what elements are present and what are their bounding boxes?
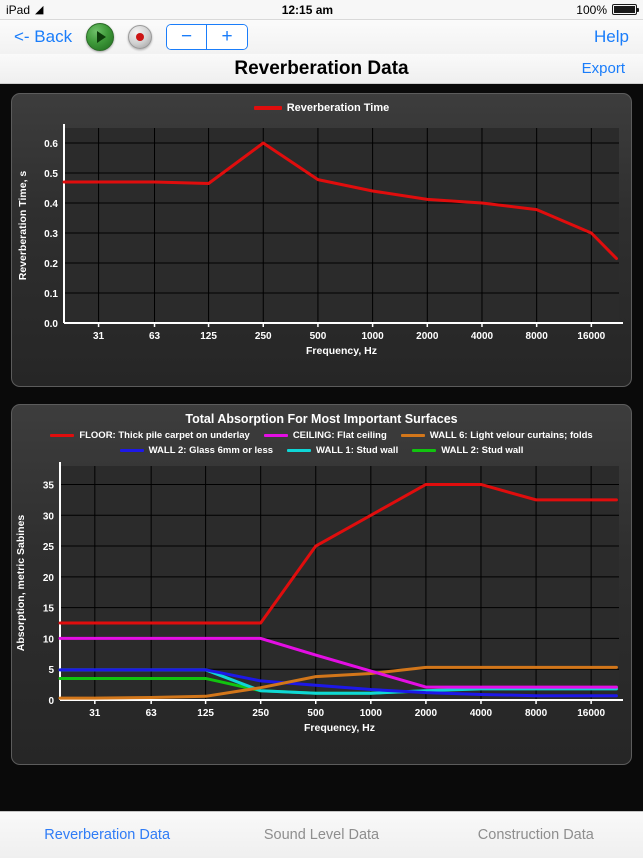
legend-label: WALL 1: Stud wall [316, 445, 398, 456]
svg-text:31: 31 [89, 708, 101, 719]
svg-text:15: 15 [43, 604, 55, 615]
svg-text:30: 30 [43, 511, 55, 522]
tab-sound-level-data[interactable]: Sound Level Data [214, 827, 428, 843]
svg-text:1000: 1000 [361, 331, 384, 342]
svg-text:0: 0 [48, 696, 54, 707]
svg-text:4000: 4000 [471, 331, 494, 342]
svg-text:0.1: 0.1 [44, 289, 58, 300]
chart2-legend-row-2: WALL 2: Glass 6mm or less WALL 1: Stud wa… [12, 441, 631, 456]
top-toolbar: <- Back − + Help [0, 20, 643, 54]
svg-text:250: 250 [252, 708, 269, 719]
legend-item: WALL 6: Light velour curtains; folds [401, 430, 593, 441]
legend-item: Reverberation Time [254, 102, 390, 114]
legend-color-swatch [264, 434, 288, 437]
page-title: Reverberation Data [0, 58, 643, 80]
svg-text:0.2: 0.2 [44, 259, 58, 270]
stepper-minus-button[interactable]: − [167, 25, 207, 49]
value-stepper[interactable]: − + [166, 24, 248, 50]
svg-text:25: 25 [43, 542, 55, 553]
tab-construction-data[interactable]: Construction Data [429, 827, 643, 843]
svg-text:125: 125 [197, 708, 214, 719]
svg-text:5: 5 [48, 665, 54, 676]
chart2-legend-row-1: FLOOR: Thick pile carpet on underlay CEIL… [12, 426, 631, 441]
legend-item: FLOOR: Thick pile carpet on underlay [50, 430, 250, 441]
total-absorption-chart-panel: Total Absorption For Most Important Surf… [11, 404, 632, 765]
legend-color-swatch [120, 449, 144, 452]
svg-text:Reverberation Time, s: Reverberation Time, s [17, 171, 29, 281]
legend-label: FLOOR: Thick pile carpet on underlay [79, 430, 250, 441]
back-button[interactable]: <- Back [14, 27, 72, 47]
svg-text:Frequency, Hz: Frequency, Hz [306, 345, 377, 357]
legend-label: CEILING: Flat ceiling [293, 430, 387, 441]
legend-item: WALL 2: Stud wall [412, 445, 523, 456]
legend-item: WALL 2: Glass 6mm or less [120, 445, 273, 456]
help-button[interactable]: Help [594, 27, 629, 47]
chart1-legend: Reverberation Time [12, 94, 631, 114]
legend-color-swatch [412, 449, 436, 452]
svg-text:0.5: 0.5 [44, 169, 58, 180]
svg-text:16000: 16000 [577, 708, 605, 719]
legend-label: WALL 2: Stud wall [441, 445, 523, 456]
svg-text:250: 250 [255, 331, 272, 342]
device-name: iPad [6, 3, 30, 17]
svg-text:2000: 2000 [416, 331, 439, 342]
svg-text:500: 500 [310, 331, 327, 342]
svg-text:2000: 2000 [415, 708, 438, 719]
content-area: Reverberation Time 0.0 0.1 0.2 0.3 0.4 0.5 0.6… [0, 84, 643, 811]
svg-text:8000: 8000 [526, 331, 549, 342]
reverberation-time-chart-panel: Reverberation Time 0.0 0.1 0.2 0.3 0.4 0.5 0.6… [11, 93, 632, 387]
status-right: ꒏ 100% [571, 3, 637, 17]
play-icon[interactable] [86, 23, 114, 51]
legend-label: WALL 6: Light velour curtains; folds [430, 430, 593, 441]
ios-status-bar: iPad ◢ 12:15 am ꒏ 100% [0, 0, 643, 20]
export-button[interactable]: Export [582, 60, 625, 77]
svg-text:Absorption, metric Sabines: Absorption, metric Sabines [15, 515, 27, 652]
svg-text:8000: 8000 [525, 708, 548, 719]
svg-text:125: 125 [200, 331, 217, 342]
svg-text:0.4: 0.4 [44, 199, 58, 210]
stepper-plus-button[interactable]: + [207, 25, 247, 49]
legend-label: WALL 2: Glass 6mm or less [149, 445, 273, 456]
legend-item: CEILING: Flat ceiling [264, 430, 387, 441]
svg-text:0.3: 0.3 [44, 229, 58, 240]
svg-text:20: 20 [43, 573, 55, 584]
legend-color-swatch [287, 449, 311, 452]
svg-text:63: 63 [146, 708, 158, 719]
svg-text:Frequency, Hz: Frequency, Hz [304, 722, 375, 734]
svg-text:10: 10 [43, 634, 55, 645]
svg-text:35: 35 [43, 480, 55, 491]
battery-icon [612, 4, 637, 15]
bottom-tab-bar: Reverberation Data Sound Level Data Constr… [0, 811, 643, 858]
svg-text:63: 63 [149, 331, 161, 342]
legend-label: Reverberation Time [287, 102, 390, 114]
status-left: iPad ◢ [6, 3, 44, 17]
legend-item: WALL 1: Stud wall [287, 445, 398, 456]
status-clock: 12:15 am [44, 3, 572, 17]
chart2-title: Total Absorption For Most Important Surf… [12, 405, 631, 426]
chart2-plot: 0 5 10 15 20 25 30 35 31 63 125 250 500 1000 2000 4000 8… [12, 456, 631, 746]
battery-percent-label: 100% [576, 3, 607, 17]
title-bar: Reverberation Data Export [0, 54, 643, 84]
svg-text:1000: 1000 [360, 708, 383, 719]
wifi-icon: ◢ [35, 3, 43, 16]
svg-text:0.6: 0.6 [44, 139, 58, 150]
legend-color-swatch [50, 434, 74, 437]
record-icon[interactable] [128, 25, 152, 49]
tab-reverberation-data[interactable]: Reverberation Data [0, 827, 214, 843]
legend-color-swatch [401, 434, 425, 437]
svg-text:0.0: 0.0 [44, 319, 58, 330]
svg-text:31: 31 [93, 331, 105, 342]
svg-text:500: 500 [307, 708, 324, 719]
legend-color-swatch [254, 106, 282, 110]
svg-text:16000: 16000 [577, 331, 605, 342]
svg-text:4000: 4000 [470, 708, 493, 719]
chart1-plot: 0.0 0.1 0.2 0.3 0.4 0.5 0.6 31 63 125 250 500 1000 20… [12, 114, 631, 369]
